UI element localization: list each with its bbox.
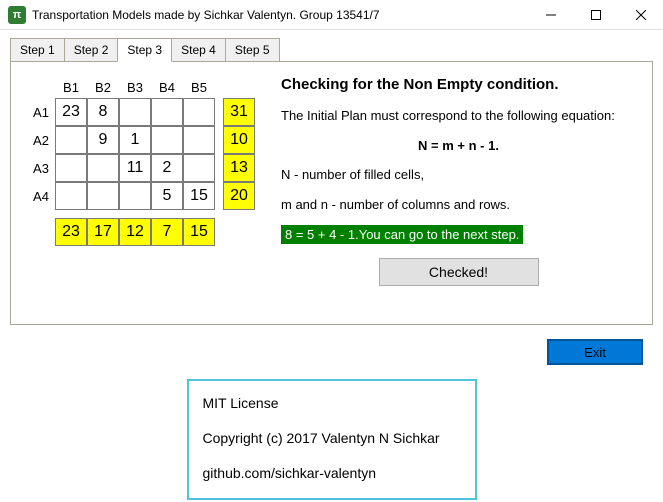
table-cell	[151, 126, 183, 154]
window-title: Transportation Models made by Sichkar Va…	[32, 8, 528, 22]
col-total: 17	[87, 218, 119, 246]
result-message: 8 = 5 + 4 - 1.You can go to the next ste…	[281, 225, 523, 244]
row-total: 10	[223, 126, 255, 154]
tab-step5[interactable]: Step 5	[225, 38, 280, 61]
row-total: 20	[223, 182, 255, 210]
table-cell	[87, 154, 119, 182]
checked-button[interactable]: Checked!	[379, 258, 539, 286]
info-line: m and n - number of columns and rows.	[281, 196, 636, 214]
row-total: 13	[223, 154, 255, 182]
table-cell	[151, 98, 183, 126]
license-line: Copyright (c) 2017 Valentyn N Sichkar	[203, 428, 461, 449]
table-cell: 15	[183, 182, 215, 210]
tab-step3[interactable]: Step 3	[117, 38, 172, 62]
col-total: 15	[183, 218, 215, 246]
table-cell	[119, 182, 151, 210]
maximize-button[interactable]	[573, 0, 618, 29]
tab-strip: Step 1 Step 2 Step 3 Step 4 Step 5	[10, 38, 653, 61]
license-box: MIT License Copyright (c) 2017 Valentyn …	[187, 379, 477, 500]
tab-step2[interactable]: Step 2	[64, 38, 119, 61]
info-equation: N = m + n - 1.	[281, 137, 636, 155]
table-cell: 2	[151, 154, 183, 182]
license-line: github.com/sichkar-valentyn	[203, 463, 461, 484]
tab-step1[interactable]: Step 1	[10, 38, 65, 61]
col-header: B2	[95, 80, 111, 95]
table-cell	[87, 182, 119, 210]
col-total: 7	[151, 218, 183, 246]
close-button[interactable]	[618, 0, 663, 29]
table-cell	[119, 98, 151, 126]
col-header: B5	[191, 80, 207, 95]
row-total: 31	[223, 98, 255, 126]
col-header: B3	[127, 80, 143, 95]
col-header: B1	[63, 80, 79, 95]
app-icon: π	[8, 6, 26, 24]
table-cell	[183, 98, 215, 126]
tab-panel: B1 B2 B3 B4 B5 A1 23 8 31 A2 9 1	[10, 61, 653, 325]
row-header: A4	[33, 189, 49, 204]
col-total: 12	[119, 218, 151, 246]
exit-button[interactable]: Exit	[547, 339, 643, 365]
row-header: A1	[33, 105, 49, 120]
transport-table: B1 B2 B3 B4 B5 A1 23 8 31 A2 9 1	[27, 76, 255, 306]
row-header: A2	[33, 133, 49, 148]
table-cell: 11	[119, 154, 151, 182]
tab-step4[interactable]: Step 4	[171, 38, 226, 61]
table-cell: 9	[87, 126, 119, 154]
minimize-button[interactable]	[528, 0, 573, 29]
table-cell: 8	[87, 98, 119, 126]
table-cell: 5	[151, 182, 183, 210]
titlebar: π Transportation Models made by Sichkar …	[0, 0, 663, 30]
table-cell	[183, 126, 215, 154]
info-line: N - number of filled cells,	[281, 166, 636, 184]
row-header: A3	[33, 161, 49, 176]
col-total: 23	[55, 218, 87, 246]
info-panel: Checking for the Non Empty condition. Th…	[281, 76, 636, 306]
col-header: B4	[159, 80, 175, 95]
info-line: The Initial Plan must correspond to the …	[281, 107, 636, 125]
table-cell	[55, 126, 87, 154]
table-cell: 1	[119, 126, 151, 154]
table-cell	[183, 154, 215, 182]
window-controls	[528, 0, 663, 29]
table-cell	[55, 154, 87, 182]
table-cell	[55, 182, 87, 210]
info-heading: Checking for the Non Empty condition.	[281, 76, 636, 93]
license-line: MIT License	[203, 393, 461, 414]
table-cell: 23	[55, 98, 87, 126]
